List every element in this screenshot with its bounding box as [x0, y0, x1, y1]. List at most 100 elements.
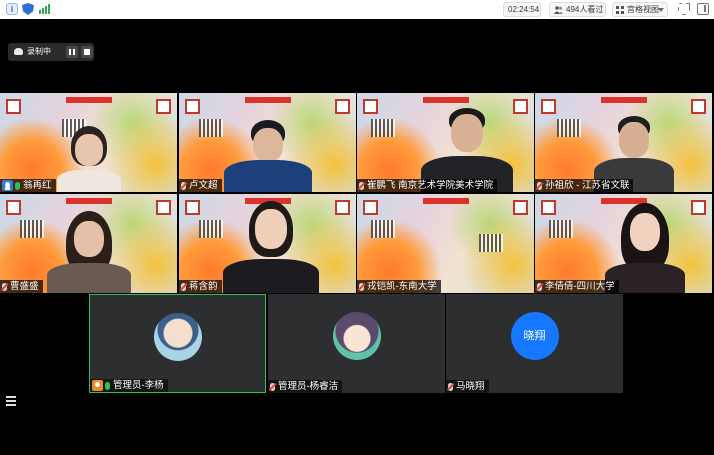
- participant-name: 管理员-李杨: [113, 380, 164, 391]
- logo-seal: [335, 200, 350, 215]
- participant-video: [223, 114, 313, 192]
- mic-muted-icon: [359, 181, 364, 190]
- mic-muted-icon: [448, 382, 453, 391]
- mic-muted-icon: [181, 282, 186, 291]
- banner-graphic: [244, 97, 291, 103]
- mic-muted-icon: [537, 282, 542, 291]
- qr-code: [557, 119, 581, 137]
- recording-indicator: 录制中: [8, 43, 94, 61]
- view-mode-dropdown[interactable]: 宫格视图: [612, 2, 668, 17]
- participant-nametag: 翁再红: [0, 179, 56, 192]
- participant-name: 马晓翔: [456, 381, 485, 392]
- logo-seal: [185, 200, 200, 215]
- sidebar-toggle-icon[interactable]: [697, 3, 709, 15]
- mic-on-icon: [15, 181, 20, 190]
- mic-muted-icon: [181, 181, 186, 190]
- participant-name: 管理员-杨睿洁: [278, 381, 339, 392]
- host-icon: [2, 180, 13, 191]
- admin-icon: [92, 380, 103, 391]
- participant-nametag: 管理员-杨睿洁: [268, 380, 343, 393]
- stop-recording-button[interactable]: [81, 46, 93, 58]
- participant-name: 卢文超: [189, 180, 218, 191]
- logo-seal: [335, 99, 350, 114]
- logo-seal: [156, 200, 171, 215]
- qr-code: [371, 119, 395, 137]
- audio-tile[interactable]: 管理员-杨睿洁: [268, 294, 445, 393]
- logo-seal: [541, 99, 556, 114]
- participant-name: 蒋含韵: [189, 281, 218, 292]
- view-mode-label: 宫格视图: [627, 5, 659, 14]
- video-tile[interactable]: 孙祖欣 - 江苏省文联: [535, 93, 712, 192]
- participant-nametag: 李倩倩-四川大学: [535, 280, 619, 293]
- logo-seal: [513, 200, 528, 215]
- qr-code: [199, 119, 223, 137]
- mic-muted-icon: [359, 282, 364, 291]
- video-tile[interactable]: 崔鹏飞 南京艺术学院美术学院: [357, 93, 534, 192]
- qr-code: [371, 220, 395, 238]
- video-stage: 录制中 翁再红 卢文超 崔鹏飞 南京艺术学院美术学院 孙祖欣 - 江苏省文联 曹…: [0, 19, 714, 455]
- participant-name: 翁再红: [23, 180, 52, 191]
- participant-nametag: 马晓翔: [446, 380, 489, 393]
- video-tile[interactable]: 翁再红: [0, 93, 177, 192]
- mic-on-icon: [105, 381, 110, 390]
- qr-code: [20, 220, 44, 238]
- top-status-bar: i 02:24:54 494人看过 宫格视图: [0, 0, 714, 19]
- logo-seal: [541, 200, 556, 215]
- participant-video: [223, 201, 320, 293]
- qr-code: [479, 234, 503, 252]
- avatar: [153, 313, 202, 361]
- video-tile[interactable]: 卢文超: [179, 93, 356, 192]
- banner-graphic: [600, 97, 647, 103]
- video-tile[interactable]: 李倩倩-四川大学: [535, 194, 712, 293]
- audio-tile[interactable]: 管理员-李杨: [89, 294, 266, 393]
- avatar: [332, 312, 381, 360]
- video-tile[interactable]: 曹盛盛: [0, 194, 177, 293]
- signal-icon[interactable]: [38, 3, 50, 15]
- avatar: 晓翔: [510, 312, 559, 360]
- video-tile[interactable]: 蒋含韵: [179, 194, 356, 293]
- mic-muted-icon: [270, 382, 275, 391]
- logo-seal: [363, 99, 378, 114]
- participant-nametag: 管理员-李杨: [90, 379, 168, 392]
- viewer-count-label: 494人看过: [566, 5, 604, 14]
- participant-video: [54, 122, 124, 192]
- qr-code: [199, 220, 223, 238]
- viewer-count[interactable]: 494人看过: [549, 2, 606, 17]
- participant-name: 孙祖欣 - 江苏省文联: [545, 180, 630, 191]
- participant-name: 崔鹏飞 南京艺术学院美术学院: [367, 180, 494, 191]
- logo-seal: [363, 200, 378, 215]
- recording-label: 录制中: [27, 47, 51, 56]
- participant-nametag: 戎铠凯-东南大学: [357, 280, 441, 293]
- shield-icon[interactable]: [22, 3, 34, 15]
- participant-nametag: 曹盛盛: [0, 280, 43, 293]
- logo-seal: [156, 99, 171, 114]
- meeting-timer: 02:24:54: [503, 2, 541, 17]
- participant-nametag: 蒋含韵: [179, 280, 222, 293]
- qr-code: [549, 220, 573, 238]
- mic-muted-icon: [537, 181, 542, 190]
- list-toggle-icon[interactable]: [6, 396, 16, 406]
- banner-graphic: [65, 97, 112, 103]
- pause-recording-button[interactable]: [66, 46, 78, 58]
- mic-muted-icon: [2, 282, 7, 291]
- info-icon[interactable]: i: [6, 3, 18, 15]
- participant-name: 戎铠凯-东南大学: [367, 281, 437, 292]
- participant-video: [44, 209, 134, 293]
- banner-graphic: [65, 198, 112, 204]
- banner-graphic: [422, 97, 469, 103]
- participant-name: 曹盛盛: [10, 281, 39, 292]
- participant-nametag: 卢文超: [179, 179, 222, 192]
- participant-name: 李倩倩-四川大学: [545, 281, 615, 292]
- cloud-icon: [14, 48, 23, 55]
- logo-seal: [513, 99, 528, 114]
- logo-seal: [185, 99, 200, 114]
- audio-tile[interactable]: 晓翔 马晓翔: [446, 294, 623, 393]
- banner-graphic: [422, 198, 469, 204]
- logo-seal: [691, 200, 706, 215]
- logo-seal: [6, 200, 21, 215]
- video-tile[interactable]: 戎铠凯-东南大学: [357, 194, 534, 293]
- participant-nametag: 崔鹏飞 南京艺术学院美术学院: [357, 179, 498, 192]
- chevron-down-icon: [658, 8, 664, 12]
- fullscreen-icon[interactable]: [678, 3, 690, 15]
- grid-view-icon: [616, 6, 624, 14]
